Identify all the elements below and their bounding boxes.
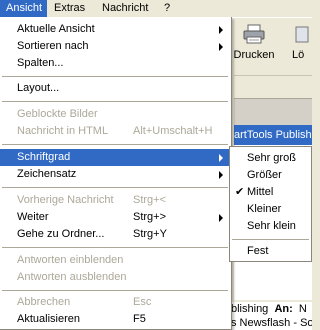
menu-item-label: Abbrechen [17, 296, 71, 308]
preview-subject-line: s Newsflash - So [231, 317, 312, 330]
address-strip [234, 76, 312, 99]
menu-separator [2, 290, 228, 291]
menu-item-shortcut: Strg+Y [133, 228, 167, 240]
menu-item-label: Spalten... [17, 57, 64, 69]
menu-item-abbrechen: Abbrechen Esc [0, 294, 230, 311]
menubar-ansicht[interactable]: Ansicht [0, 0, 47, 17]
submenu-item-sehr-klein[interactable]: Sehr klein [230, 218, 311, 235]
menu-item-shortcut: Strg+> [133, 211, 167, 223]
menu-item-aktuelle-ansicht[interactable]: Aktuelle Ansicht [0, 21, 230, 38]
menu-item-aktualisieren[interactable]: Aktualisieren F5 [0, 311, 230, 328]
menu-item-shortcut: Alt+Umschalt+H [133, 125, 213, 137]
menu-item-label: Sortieren nach [17, 40, 89, 52]
submenu-item-label: Sehr groß [247, 152, 296, 164]
menubar-extras[interactable]: Extras [48, 0, 94, 17]
menu-item-layout[interactable]: Layout... [0, 80, 230, 97]
printer-icon [243, 24, 265, 44]
submenu-item-label: Sehr klein [247, 220, 296, 232]
menu-bar: Ansicht Extras Nachricht ? [0, 0, 312, 18]
preview-header-line: blishing An: N [231, 302, 312, 317]
menu-item-label: Layout... [17, 82, 60, 94]
folder-pane-header [234, 99, 312, 125]
menu-item-label: Vorherige Nachricht [17, 194, 114, 206]
preview-from-partial: blishing [231, 303, 269, 315]
message-list-selected-text: artTools Publishi [234, 129, 312, 141]
menu-item-schriftgrad[interactable]: Schriftgrad [0, 149, 230, 166]
menubar-help[interactable]: ? [158, 0, 176, 17]
preview-to-partial: N [298, 303, 307, 315]
ansicht-menu: Aktuelle Ansicht Sortieren nach Spalten.… [0, 17, 232, 330]
submenu-separator [232, 239, 309, 240]
message-list-selected-row[interactable]: artTools Publishi [234, 125, 312, 145]
menu-item-label: Aktualisieren [17, 313, 80, 325]
menu-item-antworten-ausblenden: Antworten ausblenden [0, 269, 230, 286]
submenu-item-label: Kleiner [247, 203, 282, 215]
menu-item-label: Antworten ausblenden [17, 271, 127, 283]
menu-item-label: Gehe zu Ordner... [17, 228, 105, 240]
menu-item-gehe-zu-ordner[interactable]: Gehe zu Ordner... Strg+Y [0, 226, 230, 243]
menu-item-label: Weiter [17, 211, 49, 223]
menu-item-geblockte-bilder: Geblockte Bilder [0, 106, 230, 123]
menu-item-sortieren-nach[interactable]: Sortieren nach [0, 38, 230, 55]
menu-item-spalten[interactable]: Spalten... [0, 55, 230, 72]
submenu-item-label: Mittel [247, 186, 274, 198]
delete-label: Lö [292, 49, 305, 61]
menu-item-nachricht-in-html: Nachricht in HTML Alt+Umschalt+H [0, 123, 230, 140]
toolbar: Drucken Lö [234, 18, 312, 76]
menu-item-antworten-einblenden: Antworten einblenden [0, 252, 230, 269]
submenu-item-kleiner[interactable]: Kleiner [230, 201, 311, 218]
menu-item-label: Antworten einblenden [17, 254, 124, 266]
menu-item-label: Zeichensatz [17, 168, 77, 180]
menu-separator [2, 101, 228, 102]
menu-item-label: Geblockte Bilder [17, 108, 98, 120]
submenu-arrow-icon [219, 214, 223, 222]
print-button[interactable]: Drucken [228, 24, 280, 61]
menu-item-vorherige-nachricht: Vorherige Nachricht Strg+< [0, 192, 230, 209]
delete-icon [295, 26, 309, 43]
menu-item-shortcut: Esc [133, 296, 152, 308]
print-label: Drucken [233, 49, 275, 61]
submenu-arrow-icon [219, 154, 223, 162]
submenu-item-sehr-gross[interactable]: Sehr groß [230, 150, 311, 167]
menu-item-shortcut: Strg+< [133, 194, 167, 206]
menu-item-shortcut: F5 [133, 313, 146, 325]
menu-separator [2, 187, 228, 188]
checkmark-icon: ✔ [235, 186, 245, 198]
menu-item-label: Schriftgrad [17, 151, 71, 163]
menu-item-zeichensatz[interactable]: Zeichensatz [0, 166, 230, 183]
submenu-item-label: Fest [247, 245, 269, 257]
schriftgrad-submenu: Sehr groß Größer ✔ Mittel Kleiner Sehr k… [229, 146, 312, 262]
submenu-item-fest[interactable]: Fest [230, 243, 311, 260]
submenu-arrow-icon [219, 171, 223, 179]
menu-item-weiter[interactable]: Weiter Strg+> [0, 209, 230, 226]
submenu-arrow-icon [219, 26, 223, 34]
menu-separator [2, 76, 228, 77]
menubar-nachricht[interactable]: Nachricht [96, 0, 157, 17]
submenu-item-mittel[interactable]: ✔ Mittel [230, 184, 311, 201]
submenu-arrow-icon [219, 43, 223, 51]
menu-item-label: Aktuelle Ansicht [17, 23, 95, 35]
preview-to-label: An: [274, 303, 293, 315]
preview-subject-partial: s Newsflash - So [231, 317, 312, 329]
menu-separator [2, 247, 228, 248]
submenu-item-label: Größer [247, 169, 282, 181]
delete-button[interactable]: Lö [292, 24, 320, 61]
menu-separator [2, 144, 228, 145]
menu-item-label: Nachricht in HTML [17, 125, 109, 137]
submenu-item-groesser[interactable]: Größer [230, 167, 311, 184]
